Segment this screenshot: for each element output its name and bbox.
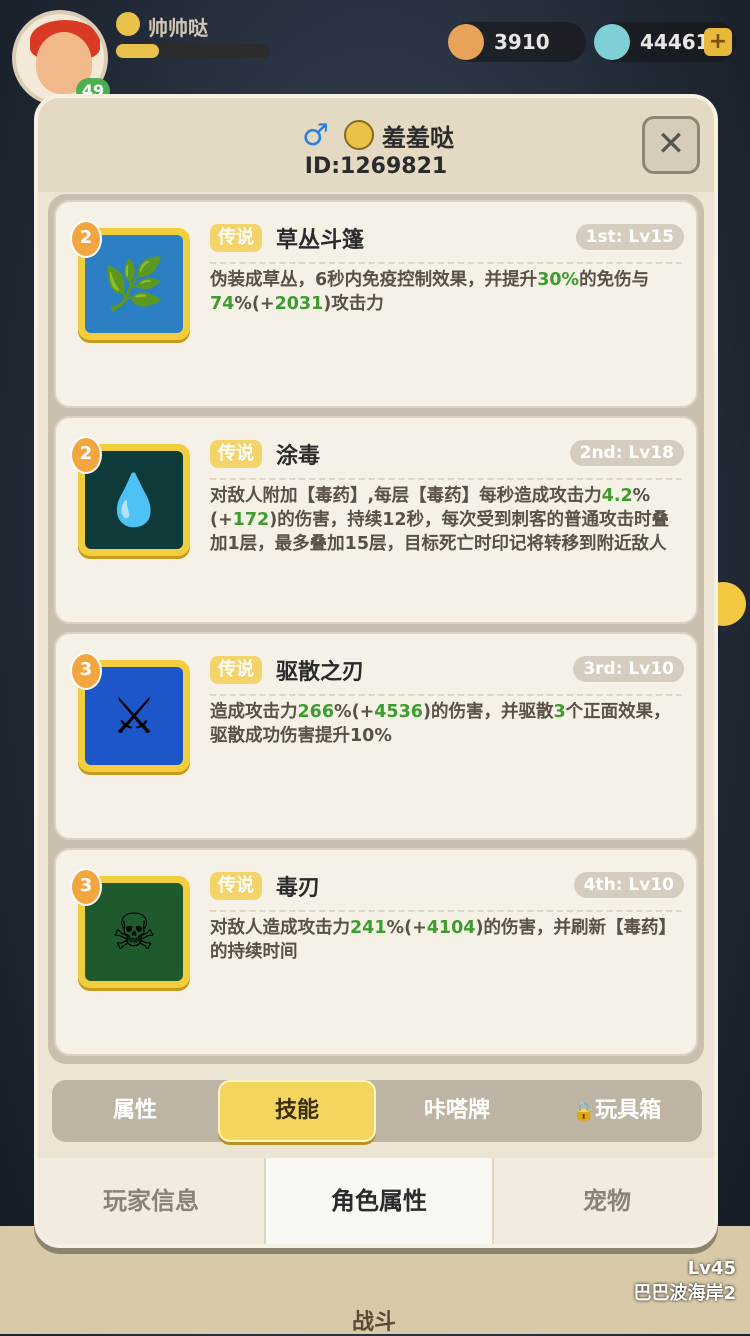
shell-currency: 3910 xyxy=(448,22,586,62)
tab-attributes[interactable]: 属性 xyxy=(56,1080,214,1142)
rarity-badge: 传说 xyxy=(210,656,262,684)
divider xyxy=(210,910,682,912)
tab-toybox[interactable]: 🔒玩具箱 xyxy=(538,1080,696,1142)
skill-level: 1st: Lv15 xyxy=(575,224,684,250)
locked-stage-name: 巴巴波海岸2 xyxy=(633,1283,736,1304)
pearl-icon xyxy=(594,24,630,60)
skill-card[interactable]: 🌿 2 传说 草丛斗篷 1st: Lv15 伪装成草丛，6秒内免疫控制效果，并提… xyxy=(54,200,698,408)
skill-card[interactable]: ⚔ 3 传说 驱散之刃 3rd: Lv10 造成攻击力266%(+4536)的伤… xyxy=(54,632,698,840)
skill-description: 造成攻击力266%(+4536)的伤害，并驱散3个正面效果，驱散成功伤害提升10… xyxy=(210,702,671,746)
skill-level: 4th: Lv10 xyxy=(573,872,684,898)
lock-icon: 🔒 xyxy=(572,1101,596,1122)
skill-description: 对敌人造成攻击力241%(+4104)的伤害，并刷新【毒药】的持续时间 xyxy=(210,918,676,962)
footer-tabs: 玩家信息 角色属性 宠物 xyxy=(38,1158,714,1244)
player-id: ID:1269821 xyxy=(304,154,448,179)
title-icon xyxy=(116,12,140,36)
skill-level: 3rd: Lv10 xyxy=(573,656,684,682)
locked-stage-info[interactable]: Lv45 巴巴波海岸2 xyxy=(633,1258,736,1305)
skill-name: 草丛斗篷 xyxy=(276,228,365,253)
divider xyxy=(210,478,682,480)
pearl-amount: 44461 xyxy=(640,30,710,54)
battle-label[interactable]: 战斗 xyxy=(352,1304,396,1336)
skill-card[interactable]: 💧 2 传说 涂毒 2nd: Lv18 对敌人附加【毒药】,每层【毒药】每秒造成… xyxy=(54,416,698,624)
tab-cards[interactable]: 咔嗒牌 xyxy=(378,1080,536,1142)
skill-rank-badge: 2 xyxy=(70,220,102,258)
modal-player-name: 羞羞哒 xyxy=(382,124,454,152)
pearl-currency: 44461 + xyxy=(594,22,736,62)
skill-rank-badge: 2 xyxy=(70,436,102,474)
skill-rank-badge: 3 xyxy=(70,652,102,690)
rarity-badge: 传说 xyxy=(210,224,262,252)
tab-toybox-label: 玩具箱 xyxy=(595,1098,662,1123)
close-button[interactable]: ✕ xyxy=(642,116,700,174)
skill-name: 毒刃 xyxy=(276,876,321,901)
skill-description: 伪装成草丛，6秒内免疫控制效果，并提升30%的免伤与74%(+2031)攻击力 xyxy=(210,270,650,314)
shell-amount: 3910 xyxy=(494,30,550,54)
tab-pet[interactable]: 宠物 xyxy=(494,1158,714,1244)
rarity-badge: 传说 xyxy=(210,440,262,468)
tab-player-info[interactable]: 玩家信息 xyxy=(38,1158,264,1244)
exp-bar xyxy=(116,44,270,58)
player-head-icon xyxy=(344,120,374,150)
shell-icon xyxy=(448,24,484,60)
skills-list: 🌿 2 传说 草丛斗篷 1st: Lv15 伪装成草丛，6秒内免疫控制效果，并提… xyxy=(48,194,704,1064)
add-currency-button[interactable]: + xyxy=(704,28,732,56)
skill-name: 涂毒 xyxy=(276,444,321,469)
sub-tabs: 属性 技能 咔嗒牌 🔒玩具箱 xyxy=(52,1080,702,1142)
skill-level: 2nd: Lv18 xyxy=(569,440,684,466)
male-gender-icon: ♂ xyxy=(302,118,329,153)
modal-header: ♂ 羞羞哒 ID:1269821 ✕ xyxy=(38,98,714,192)
skill-description: 对敌人附加【毒药】,每层【毒药】每秒造成攻击力4.2%(+172)的伤害，持续1… xyxy=(210,486,670,554)
locked-stage-level: Lv45 xyxy=(687,1258,736,1279)
hud-player-name: 帅帅哒 xyxy=(148,16,208,40)
divider xyxy=(210,262,682,264)
skill-rank-badge: 3 xyxy=(70,868,102,906)
exp-bar-fill xyxy=(116,44,160,58)
divider xyxy=(210,694,682,696)
tab-skills[interactable]: 技能 xyxy=(218,1080,376,1142)
character-info-modal: ♂ 羞羞哒 ID:1269821 ✕ 🌿 2 传说 草丛斗篷 1st: Lv15… xyxy=(34,94,718,1248)
rarity-badge: 传说 xyxy=(210,872,262,900)
tab-character-attributes[interactable]: 角色属性 xyxy=(266,1158,492,1244)
skill-name: 驱散之刃 xyxy=(276,660,365,685)
skill-card[interactable]: ☠ 3 传说 毒刃 4th: Lv10 对敌人造成攻击力241%(+4104)的… xyxy=(54,848,698,1056)
